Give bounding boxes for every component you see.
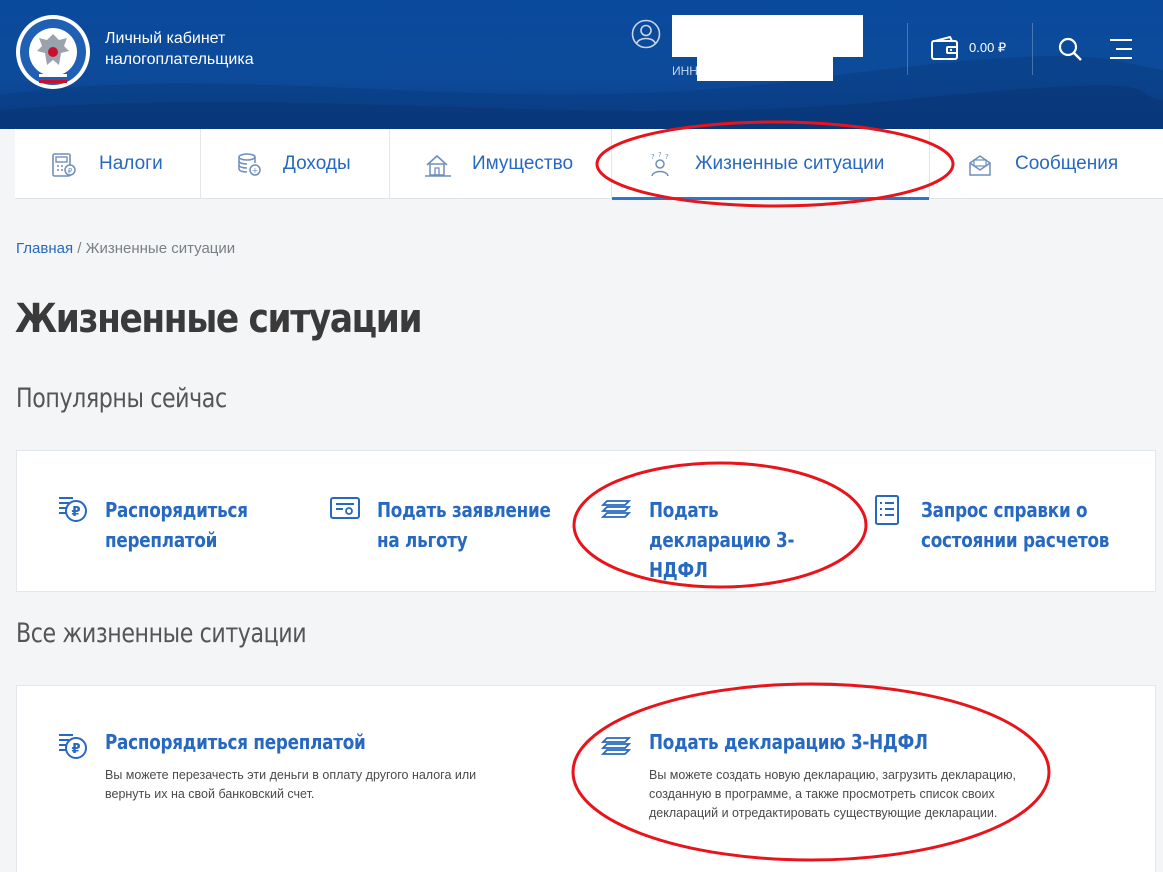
header-divider xyxy=(1032,23,1033,75)
all-situations-card: ₽ Распорядиться переплатой Вы можете пер… xyxy=(16,685,1156,872)
svg-text:?: ? xyxy=(658,151,662,159)
situation-description: Вы можете создать новую декларацию, загр… xyxy=(649,768,1016,820)
popular-card: ₽ Распорядиться переплатой Подать заявле… xyxy=(16,450,1156,592)
calculator-icon: ₽ xyxy=(52,153,76,177)
situation-title: Подать декларацию 3-НДФЛ xyxy=(649,730,928,754)
popular-item-label: Подать заявление на льготу xyxy=(377,498,551,552)
certificate-icon xyxy=(330,497,360,519)
all-section-title: Все жизненные ситуации xyxy=(16,618,307,649)
situation-description: Вы можете перезачесть эти деньги в оплат… xyxy=(105,768,477,801)
tab-label: Налоги xyxy=(99,153,163,174)
tab-label: Имущество xyxy=(472,153,574,174)
person-question-icon: ? ? ? xyxy=(651,151,669,177)
inn-value-redacted xyxy=(697,57,833,81)
breadcrumb-home-link[interactable]: Главная xyxy=(16,240,73,257)
situation-title: Распорядиться переплатой xyxy=(105,730,366,754)
inn-label: ИНН xyxy=(672,64,698,78)
svg-text:?: ? xyxy=(651,153,655,161)
stack-papers-icon xyxy=(601,737,632,755)
svg-text:?: ? xyxy=(665,153,669,161)
popular-item-label: Запрос справки о состоянии расчетов xyxy=(921,498,1110,552)
ruble-document-icon: ₽ xyxy=(59,497,87,522)
tab-label: Жизненные ситуации xyxy=(695,153,885,174)
tab-property[interactable]: Имущество xyxy=(390,129,612,199)
fns-emblem-logo xyxy=(16,15,90,89)
brand-line-1: Личный кабинет xyxy=(105,30,226,47)
tab-taxes[interactable]: ₽ Налоги xyxy=(15,129,201,199)
svg-text:₽: ₽ xyxy=(71,505,80,520)
tab-income[interactable]: + Доходы xyxy=(201,129,390,199)
tab-life-situations[interactable]: ? ? ? Жизненные ситуации xyxy=(612,129,930,200)
user-name-redacted[interactable] xyxy=(672,15,863,57)
brand-title[interactable]: Личный кабинет налогоплательщика xyxy=(105,28,254,70)
envelope-icon xyxy=(969,155,991,176)
stack-papers-icon xyxy=(601,500,632,518)
tab-messages[interactable]: Сообщения xyxy=(930,129,1163,199)
checklist-icon xyxy=(875,495,899,525)
breadcrumb-separator: / xyxy=(73,240,86,257)
main-nav-tabs: ₽ Налоги + Доходы Имущество ? ? ? Жизнен… xyxy=(15,129,1163,200)
tab-label: Доходы xyxy=(283,153,351,174)
brand-line-2: налогоплательщика xyxy=(105,51,254,68)
coins-icon: + xyxy=(238,153,261,176)
popular-item-label: Распорядиться переплатой xyxy=(105,498,248,552)
breadcrumb-current: Жизненные ситуации xyxy=(85,240,236,257)
header-divider xyxy=(907,23,908,75)
popular-item-label: Подать декларацию 3-НДФЛ xyxy=(649,498,795,582)
user-avatar-icon[interactable] xyxy=(631,19,661,49)
house-icon xyxy=(425,154,451,177)
breadcrumb: Главная / Жизненные ситуации xyxy=(16,240,235,257)
svg-text:₽: ₽ xyxy=(68,167,73,175)
search-icon[interactable] xyxy=(1057,36,1083,62)
hamburger-menu-icon[interactable] xyxy=(1108,38,1134,60)
wallet-icon[interactable] xyxy=(930,36,960,62)
tab-label: Сообщения xyxy=(1015,153,1119,174)
page-title: Жизненные ситуации xyxy=(15,296,423,342)
svg-text:+: + xyxy=(252,166,259,175)
svg-text:₽: ₽ xyxy=(71,742,80,757)
popular-section-title: Популярны сейчас xyxy=(16,383,227,414)
ruble-document-icon: ₽ xyxy=(59,734,87,759)
balance-amount[interactable]: 0.00 ₽ xyxy=(969,40,1006,56)
app-header: Личный кабинет налогоплательщика ИНН 0.0… xyxy=(0,0,1163,129)
